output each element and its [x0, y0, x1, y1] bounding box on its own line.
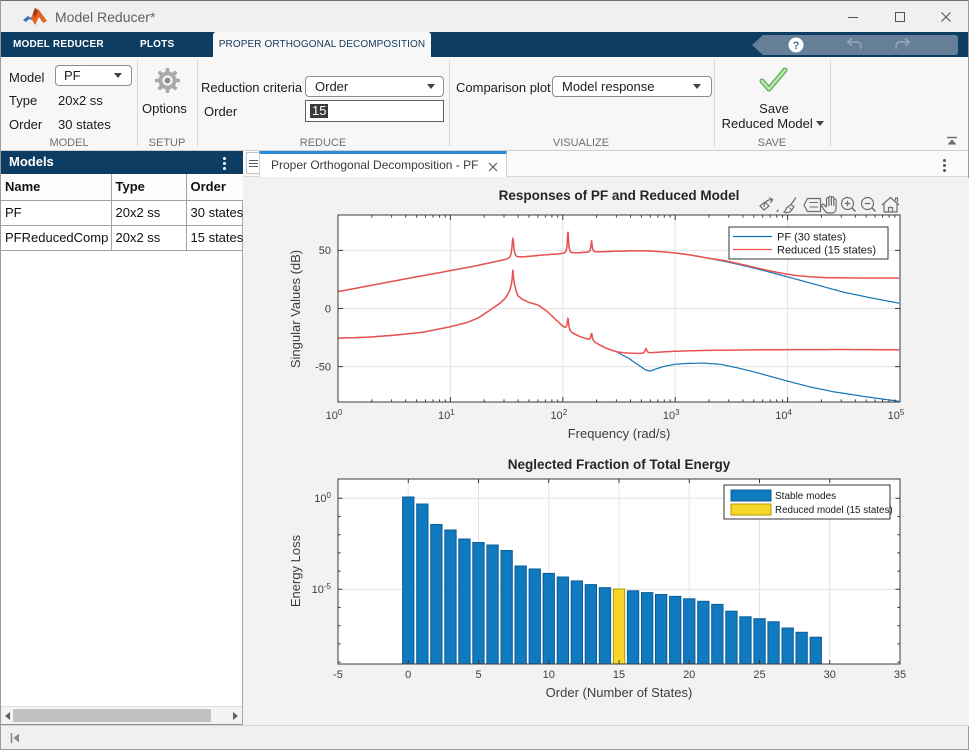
- svg-text:Responses of PF and Reduced Mo: Responses of PF and Reduced Model: [499, 188, 740, 203]
- svg-text:0: 0: [405, 669, 411, 681]
- svg-text:Neglected Fraction of Total En: Neglected Fraction of Total Energy: [508, 457, 731, 472]
- svg-text:Reduced (15 states): Reduced (15 states): [777, 245, 876, 257]
- svg-text:20: 20: [683, 669, 695, 681]
- svg-text:15: 15: [613, 669, 625, 681]
- svg-text:25: 25: [753, 669, 765, 681]
- svg-text:10: 10: [543, 669, 555, 681]
- svg-text:Energy Loss: Energy Loss: [288, 534, 303, 607]
- svg-text:Stable modes: Stable modes: [775, 491, 836, 502]
- svg-text:5: 5: [475, 669, 481, 681]
- svg-text:Reduced model (15 states): Reduced model (15 states): [775, 505, 893, 516]
- svg-text:35: 35: [894, 669, 906, 681]
- svg-text:30: 30: [824, 669, 836, 681]
- svg-text:-50: -50: [315, 361, 331, 373]
- svg-text:PF (30 states): PF (30 states): [777, 232, 846, 244]
- svg-text:Order (Number of States): Order (Number of States): [546, 685, 693, 700]
- svg-text:-5: -5: [333, 669, 343, 681]
- svg-text:Singular Values (dB): Singular Values (dB): [288, 250, 303, 368]
- svg-text:50: 50: [319, 245, 331, 257]
- svg-text:0: 0: [325, 303, 331, 315]
- svg-text:Frequency (rad/s): Frequency (rad/s): [568, 426, 671, 441]
- svg-text:?: ?: [793, 40, 800, 52]
